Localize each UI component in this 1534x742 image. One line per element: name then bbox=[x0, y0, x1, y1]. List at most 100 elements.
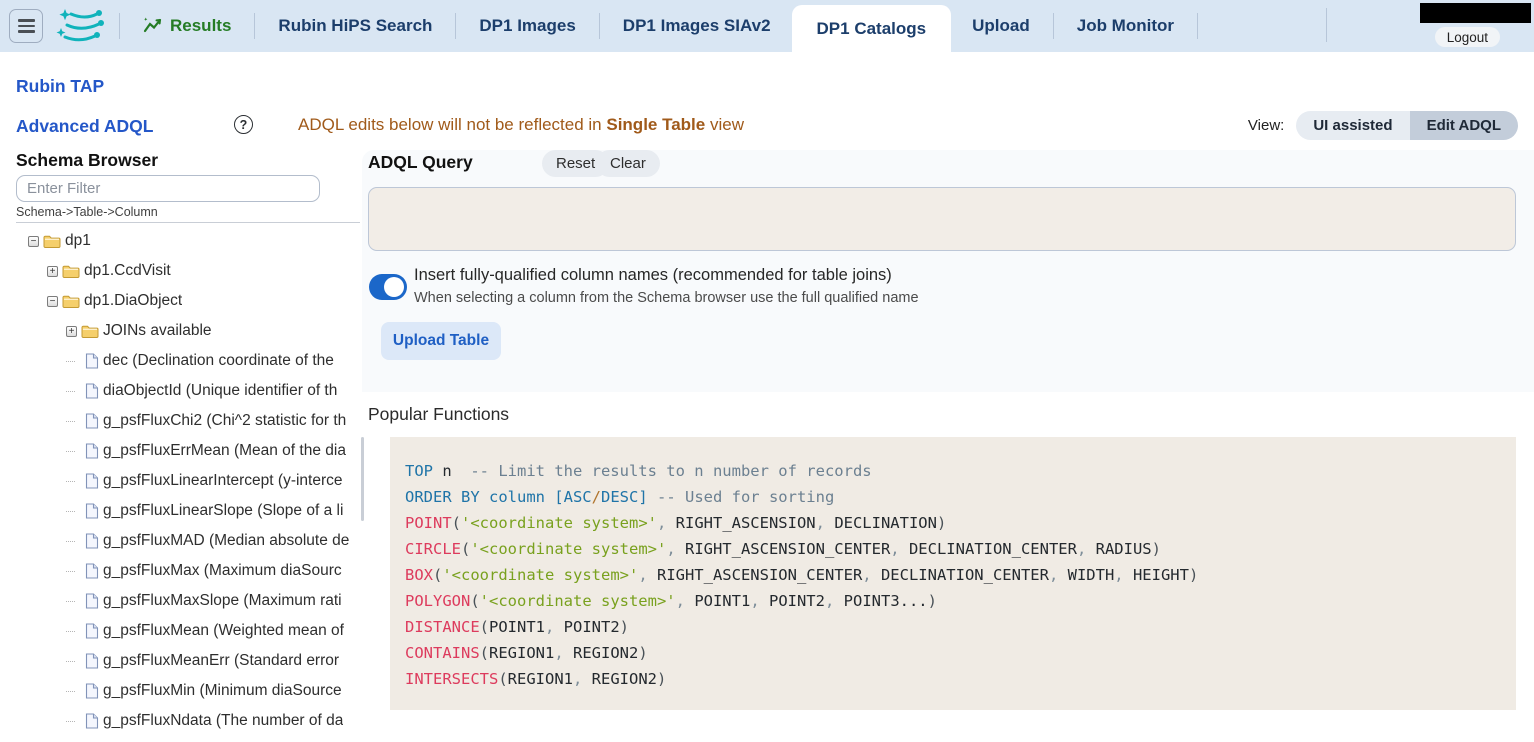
username-redacted bbox=[1420, 3, 1531, 23]
view-switcher: View: UI assisted Edit ADQL bbox=[1248, 111, 1518, 140]
adql-query-input[interactable] bbox=[368, 187, 1516, 251]
view-ui-assisted-button[interactable]: UI assisted bbox=[1296, 111, 1409, 140]
view-edit-adql-button[interactable]: Edit ADQL bbox=[1410, 111, 1518, 140]
tab-divider bbox=[1197, 13, 1198, 39]
tab-divider bbox=[455, 13, 456, 39]
folder-icon bbox=[43, 234, 61, 249]
tab-label: Upload bbox=[972, 16, 1030, 36]
tree-item-label: g_psfFluxMean (Weighted mean of bbox=[103, 622, 344, 640]
toggle-label: Insert fully-qualified column names (rec… bbox=[414, 266, 892, 285]
tree-item-label: g_psfFluxLinearSlope (Slope of a li bbox=[103, 502, 343, 520]
tab-results[interactable]: Results bbox=[122, 0, 252, 52]
collapse-icon[interactable]: − bbox=[47, 296, 58, 307]
tab-label: DP1 Images bbox=[479, 16, 575, 36]
tree-item-label: g_psfFluxMax (Maximum diaSourc bbox=[103, 562, 342, 580]
tab-label: Rubin HiPS Search bbox=[278, 16, 432, 36]
tree-column-item[interactable] bbox=[16, 736, 357, 742]
column-doc-icon bbox=[85, 413, 99, 429]
tab-dp1-images[interactable]: DP1 Images bbox=[458, 0, 596, 52]
expand-icon[interactable]: + bbox=[66, 326, 77, 337]
tree-connector bbox=[66, 601, 75, 602]
tab-dp1-images-siav2[interactable]: DP1 Images SIAv2 bbox=[602, 0, 792, 52]
user-area: Logout bbox=[1374, 0, 1534, 52]
tree-column-item[interactable]: g_psfFluxLinearSlope (Slope of a li bbox=[16, 496, 357, 526]
tree-folder-dp1-diaobject[interactable]: −dp1.DiaObject bbox=[16, 286, 357, 316]
schema-divider bbox=[16, 222, 360, 223]
tab-label: Results bbox=[170, 16, 231, 36]
view-label: View: bbox=[1248, 117, 1284, 134]
tree-connector bbox=[66, 481, 75, 482]
folder-icon bbox=[62, 294, 80, 309]
fully-qualified-toggle[interactable] bbox=[369, 274, 407, 300]
adql-warning-text: ADQL edits below will not be reflected i… bbox=[298, 115, 744, 135]
tab-divider bbox=[1053, 13, 1054, 39]
tree-connector bbox=[66, 421, 75, 422]
code-line: CONTAINS(REGION1, REGION2) bbox=[405, 640, 1516, 666]
tab-rubin-hips-search[interactable]: Rubin HiPS Search bbox=[257, 0, 453, 52]
tree-column-item[interactable]: g_psfFluxMeanErr (Standard error bbox=[16, 646, 357, 676]
tree-folder-dp1[interactable]: − dp1 bbox=[16, 226, 357, 256]
tree-item-label: g_psfFluxLinearIntercept (y-interce bbox=[103, 472, 343, 490]
expand-icon[interactable]: + bbox=[47, 266, 58, 277]
tree-column-item[interactable]: g_psfFluxMaxSlope (Maximum rati bbox=[16, 586, 357, 616]
tab-upload[interactable]: Upload bbox=[951, 0, 1051, 52]
tree-connector bbox=[66, 661, 75, 662]
tree-item-label: g_psfFluxChi2 (Chi^2 statistic for th bbox=[103, 412, 346, 430]
tab-label: DP1 Catalogs bbox=[817, 19, 927, 39]
tree-column-item[interactable]: g_psfFluxNdata (The number of da bbox=[16, 706, 357, 736]
tree-connector bbox=[66, 721, 75, 722]
tree-connector bbox=[66, 571, 75, 572]
tree-column-item[interactable]: g_psfFluxErrMean (Mean of the dia bbox=[16, 436, 357, 466]
tree-column-item[interactable]: g_psfFluxMax (Maximum diaSourc bbox=[16, 556, 357, 586]
page-title: Rubin TAP bbox=[16, 76, 104, 97]
tree-column-item[interactable]: g_psfFluxMin (Minimum diaSource bbox=[16, 676, 357, 706]
top-tab-bar: Results Rubin HiPS Search DP1 Images DP1 Im… bbox=[0, 0, 1534, 52]
tree-item-label: g_psfFluxMin (Minimum diaSource bbox=[103, 682, 342, 700]
code-line: TOP n -- Limit the results to n number o… bbox=[405, 458, 1516, 484]
tab-strip: Results Rubin HiPS Search DP1 Images DP1 Im… bbox=[117, 0, 1534, 52]
adql-query-title: ADQL Query bbox=[368, 152, 473, 173]
popular-functions-title: Popular Functions bbox=[368, 404, 509, 425]
tab-divider bbox=[119, 13, 120, 39]
tree-item-label: diaObjectId (Unique identifier of th bbox=[103, 382, 337, 400]
code-line: BOX('<coordinate system>', RIGHT_ASCENSI… bbox=[405, 562, 1516, 588]
column-doc-icon bbox=[85, 443, 99, 459]
tree-column-item[interactable]: g_psfFluxMAD (Median absolute de bbox=[16, 526, 357, 556]
tree-column-item[interactable]: dec (Declination coordinate of the bbox=[16, 346, 357, 376]
column-doc-icon bbox=[85, 503, 99, 519]
tree-item-label: g_psfFluxMeanErr (Standard error bbox=[103, 652, 339, 670]
tree-folder-dp1-ccdvisit[interactable]: + dp1.CcdVisit bbox=[16, 256, 357, 286]
column-doc-icon bbox=[85, 623, 99, 639]
schema-filter-input[interactable] bbox=[16, 175, 320, 202]
advanced-adql-link[interactable]: Advanced ADQL bbox=[16, 116, 153, 137]
tab-divider bbox=[599, 13, 600, 39]
code-line: POINT('<coordinate system>', RIGHT_ASCEN… bbox=[405, 510, 1516, 536]
collapse-icon[interactable]: − bbox=[28, 236, 39, 247]
view-toggle-group: UI assisted Edit ADQL bbox=[1296, 111, 1518, 140]
clear-button[interactable]: Clear bbox=[596, 150, 660, 177]
schema-browser-title: Schema Browser bbox=[16, 150, 158, 171]
schema-hint: Schema->Table->Column bbox=[16, 205, 158, 219]
tree-column-item[interactable]: diaObjectId (Unique identifier of th bbox=[16, 376, 357, 406]
tab-job-monitor[interactable]: Job Monitor bbox=[1056, 0, 1195, 52]
folder-icon bbox=[81, 324, 99, 339]
firefly-logo-icon bbox=[55, 6, 107, 46]
schema-scrollbar-thumb[interactable] bbox=[361, 437, 364, 521]
tree-connector bbox=[66, 541, 75, 542]
menu-button[interactable] bbox=[9, 9, 43, 43]
logout-button[interactable]: Logout bbox=[1435, 27, 1500, 47]
tree-folder-joins-available[interactable]: + JOINs available bbox=[16, 316, 357, 346]
upload-table-button[interactable]: Upload Table bbox=[381, 322, 501, 360]
tree-item-label: dp1 bbox=[65, 232, 91, 250]
column-doc-icon bbox=[85, 683, 99, 699]
tree-column-item[interactable]: g_psfFluxMean (Weighted mean of bbox=[16, 616, 357, 646]
tab-dp1-catalogs[interactable]: DP1 Catalogs bbox=[792, 5, 952, 52]
tree-item-label: JOINs available bbox=[103, 322, 212, 340]
column-doc-icon bbox=[85, 473, 99, 489]
help-icon[interactable]: ? bbox=[234, 115, 253, 134]
column-doc-icon bbox=[85, 653, 99, 669]
tree-column-item[interactable]: g_psfFluxLinearIntercept (y-interce bbox=[16, 466, 357, 496]
tree-column-item[interactable]: g_psfFluxChi2 (Chi^2 statistic for th bbox=[16, 406, 357, 436]
tree-connector bbox=[66, 691, 75, 692]
tree-item-label: dp1.CcdVisit bbox=[84, 262, 171, 280]
